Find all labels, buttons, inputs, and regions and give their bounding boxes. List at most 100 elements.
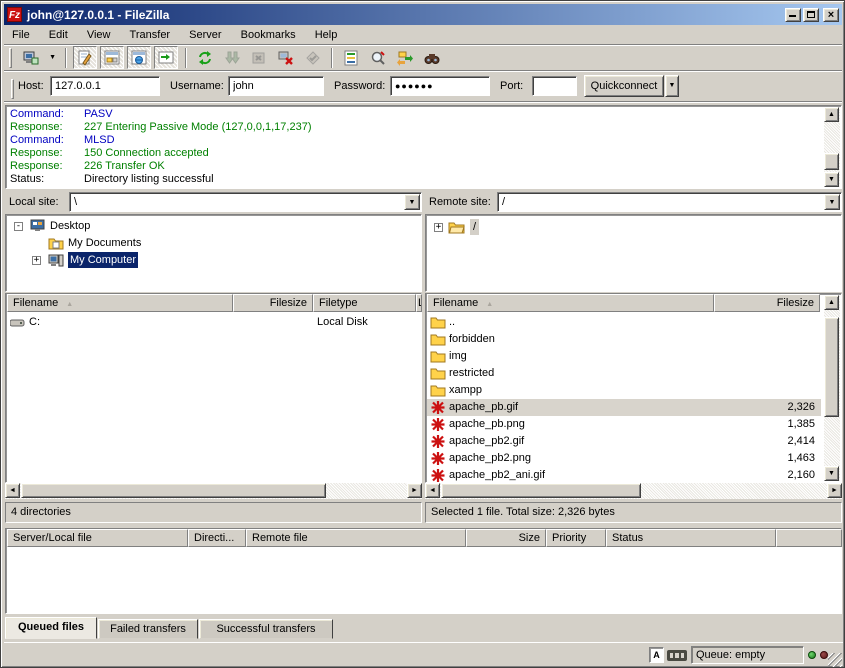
toggle-message-log-button[interactable] <box>73 46 97 69</box>
column-header-filesize[interactable]: Filesize <box>714 294 820 312</box>
log-text: 150 Connection accepted <box>84 147 209 160</box>
tree-item-root[interactable]: + / <box>426 219 841 236</box>
process-queue-button[interactable] <box>220 46 244 69</box>
column-header-filetype[interactable]: Filetype <box>313 294 416 312</box>
file-row[interactable]: restricted <box>427 365 821 382</box>
menu-edit[interactable]: Edit <box>41 26 76 44</box>
remote-list-vscrollbar[interactable]: ▲ ▼ <box>824 295 840 481</box>
file-row[interactable]: apache_pb.png 1,385 <box>427 416 821 433</box>
minimize-button[interactable] <box>785 8 801 22</box>
menu-server[interactable]: Server <box>181 26 229 44</box>
column-header-size[interactable]: Size <box>466 529 546 547</box>
directory-comparison-button[interactable] <box>366 46 390 69</box>
file-row[interactable]: .. <box>427 314 821 331</box>
menu-view[interactable]: View <box>79 26 119 44</box>
file-row[interactable]: apache_pb2.gif 2,414 <box>427 433 821 450</box>
transfer-type-icon[interactable]: A <box>649 647 664 663</box>
file-row[interactable]: xampp <box>427 382 821 399</box>
menu-file[interactable]: File <box>4 26 38 44</box>
username-input[interactable] <box>228 76 324 96</box>
file-row[interactable]: apache_pb2_ani.gif 2,160 <box>427 467 821 484</box>
reconnect-button[interactable] <box>301 46 325 69</box>
scrollbar-thumb[interactable] <box>824 153 839 170</box>
quickconnect-grip[interactable] <box>11 79 14 99</box>
password-input[interactable] <box>390 76 490 96</box>
column-label: Filename <box>13 297 58 309</box>
menu-transfer[interactable]: Transfer <box>122 26 179 44</box>
remote-site-dropdown-button[interactable]: ▼ <box>824 194 840 210</box>
username-label: Username: <box>170 76 224 96</box>
column-header-direction[interactable]: Directi... <box>188 529 246 547</box>
tree-item-label-selected: / <box>470 219 479 235</box>
menu-help[interactable]: Help <box>307 26 346 44</box>
chevron-down-icon: ▼ <box>829 199 836 206</box>
menu-bookmarks[interactable]: Bookmarks <box>233 26 304 44</box>
tree-item-my-documents[interactable]: My Documents <box>6 235 421 252</box>
synchronized-browsing-button[interactable] <box>393 46 417 69</box>
column-header-last-modified[interactable]: L <box>416 294 422 312</box>
scroll-down-button[interactable]: ▼ <box>824 172 839 187</box>
maximize-button[interactable] <box>803 8 819 22</box>
filter-button[interactable] <box>339 46 363 69</box>
cancel-operation-button[interactable] <box>247 46 271 69</box>
tree-item-desktop[interactable]: - Desktop <box>6 218 421 235</box>
toggle-local-tree-button[interactable] <box>100 46 124 69</box>
local-site-dropdown-button[interactable]: ▼ <box>404 194 420 210</box>
toolbar-grip[interactable] <box>9 48 12 68</box>
site-manager-dropdown-button[interactable]: ▼ <box>46 46 59 69</box>
binary-indicator-icon[interactable] <box>667 650 687 661</box>
log-scrollbar[interactable]: ▲ ▼ <box>824 107 840 187</box>
quickconnect-dropdown-button[interactable]: ▼ <box>665 75 679 97</box>
column-header-remote-file[interactable]: Remote file <box>246 529 466 547</box>
scroll-up-button[interactable]: ▲ <box>824 295 839 310</box>
quickconnect-button[interactable]: Quickconnect <box>584 75 664 97</box>
tab-successful-transfers[interactable]: Successful transfers <box>199 619 333 639</box>
column-header-status[interactable]: Status <box>606 529 776 547</box>
folder-icon <box>430 349 446 364</box>
close-button[interactable]: × <box>823 8 839 22</box>
expand-box[interactable]: + <box>32 256 41 265</box>
scroll-left-button[interactable]: ◄ <box>425 483 440 498</box>
log-text: 227 Entering Passive Mode (127,0,0,1,17,… <box>84 121 311 134</box>
log-text: Directory listing successful <box>84 173 214 186</box>
collapse-box[interactable]: - <box>14 222 23 231</box>
toggle-transfer-queue-button[interactable] <box>154 46 178 69</box>
file-row-selected[interactable]: apache_pb.gif 2,326 <box>427 399 821 416</box>
scroll-right-button[interactable]: ► <box>827 483 842 498</box>
column-header-priority[interactable]: Priority <box>546 529 606 547</box>
scrollbar-thumb[interactable] <box>824 317 839 417</box>
tree-item-my-computer[interactable]: + My Computer <box>6 252 421 269</box>
scrollbar-thumb[interactable] <box>441 483 641 498</box>
port-input[interactable] <box>532 76 577 96</box>
host-input[interactable] <box>50 76 160 96</box>
toggle-remote-tree-button[interactable] <box>127 46 151 69</box>
file-row[interactable]: apache_pb2.png 1,463 <box>427 450 821 467</box>
scrollbar-thumb[interactable] <box>21 483 326 498</box>
column-header-server-local-file[interactable]: Server/Local file <box>7 529 188 547</box>
image-file-icon <box>430 400 446 415</box>
scroll-right-button[interactable]: ► <box>407 483 422 498</box>
disconnect-button[interactable] <box>274 46 298 69</box>
scroll-up-button[interactable]: ▲ <box>824 107 839 122</box>
resize-grip[interactable] <box>828 653 842 667</box>
scroll-left-button[interactable]: ◄ <box>5 483 20 498</box>
site-manager-button[interactable] <box>19 46 43 69</box>
remote-list-hscrollbar[interactable]: ◄ ► <box>425 483 842 499</box>
status-text: 4 directories <box>11 506 71 518</box>
file-row[interactable]: forbidden <box>427 331 821 348</box>
tab-failed-transfers[interactable]: Failed transfers <box>98 619 198 639</box>
refresh-button[interactable] <box>193 46 217 69</box>
file-row[interactable]: img <box>427 348 821 365</box>
column-header-filename[interactable]: Filename▲ <box>427 294 714 312</box>
column-header-filesize[interactable]: Filesize <box>233 294 313 312</box>
column-header-filename[interactable]: Filename▲ <box>7 294 233 312</box>
filezilla-logo-icon[interactable]: Fz <box>7 7 22 22</box>
tab-queued-files[interactable]: Queued files <box>5 617 97 639</box>
expand-box[interactable]: + <box>434 223 443 232</box>
file-row[interactable]: C: Local Disk <box>7 314 421 331</box>
remote-site-combobox[interactable]: / ▼ <box>497 192 842 212</box>
local-list-hscrollbar[interactable]: ◄ ► <box>5 483 422 499</box>
find-files-button[interactable] <box>420 46 444 69</box>
local-site-combobox[interactable]: \ ▼ <box>69 192 422 212</box>
scroll-down-button[interactable]: ▼ <box>824 466 839 481</box>
